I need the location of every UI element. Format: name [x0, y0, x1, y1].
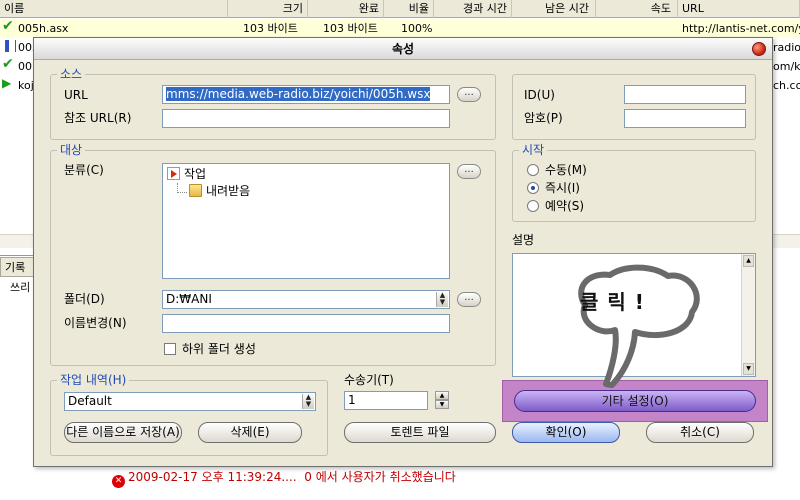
annotation-bubble — [578, 264, 700, 388]
bubble-text: 클 릭 ! — [580, 290, 645, 314]
